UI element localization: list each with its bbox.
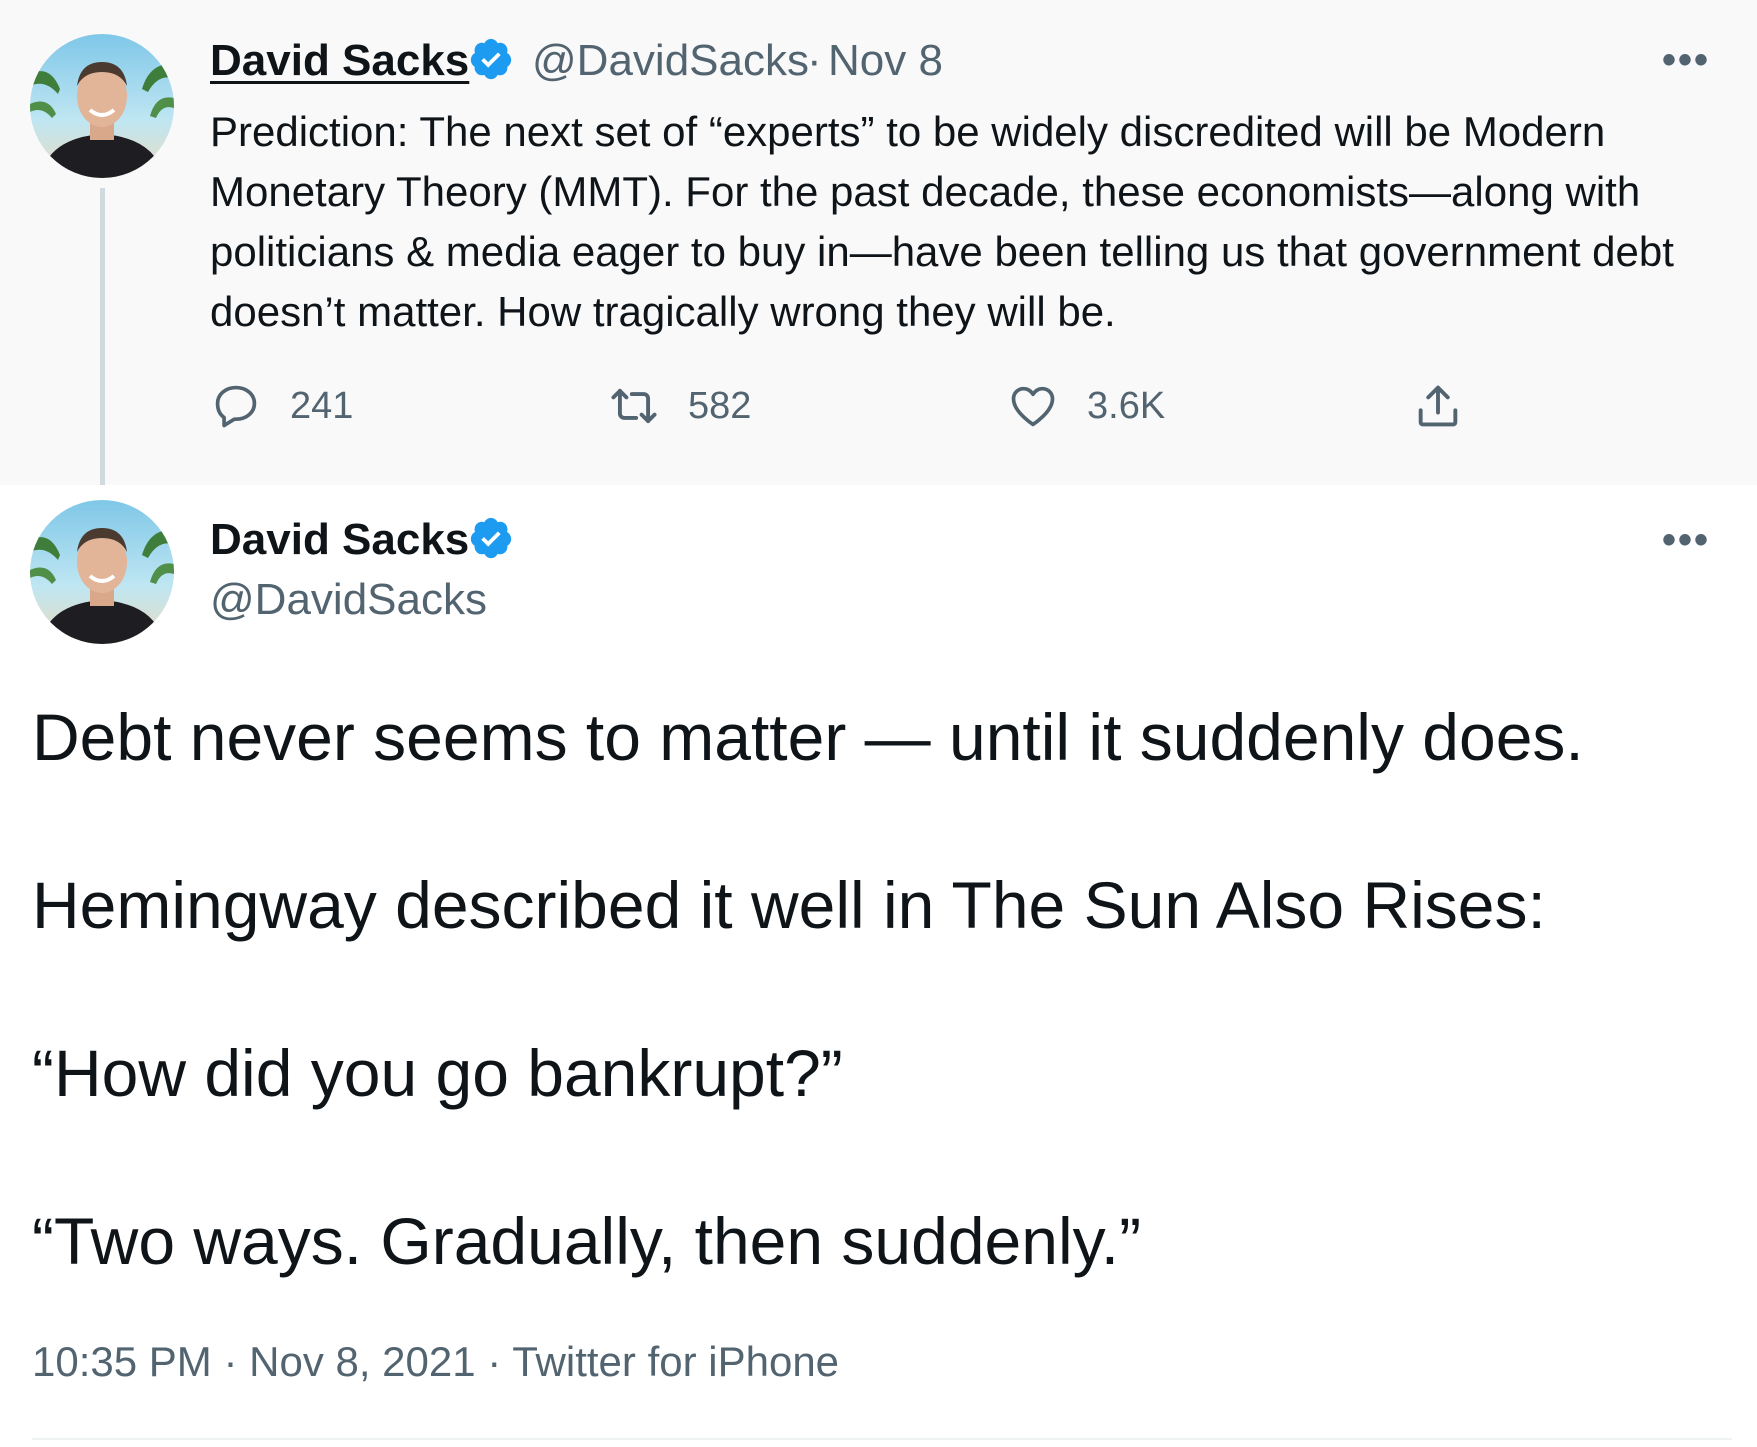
like-icon: [1011, 386, 1055, 427]
tweet-paragraph: “How did you go bankrupt?”: [32, 1036, 843, 1110]
avatar-image: [30, 34, 174, 178]
retweet-icon: [611, 388, 657, 424]
verified-badge-icon: [470, 38, 512, 80]
author-handle[interactable]: @DavidSacks: [210, 575, 487, 625]
share-icon: [1418, 385, 1458, 427]
parent-tweet[interactable]: David Sacks @DavidSacks · Nov 8 ••• Pred…: [0, 0, 1757, 485]
retweet-count: 582: [688, 384, 752, 427]
thread-line: [100, 188, 105, 485]
author-name[interactable]: David Sacks: [210, 515, 469, 565]
reply-count: 241: [290, 384, 354, 427]
author-name[interactable]: David Sacks: [210, 36, 469, 86]
separator: ·: [807, 36, 822, 85]
verified-badge-icon: [470, 517, 512, 559]
tweet-date[interactable]: Nov 8, 2021: [249, 1338, 476, 1385]
tweet-paragraph: Hemingway described it well in The Sun A…: [32, 868, 1546, 942]
like-count: 3.6K: [1087, 384, 1166, 427]
more-icon[interactable]: •••: [1662, 518, 1710, 563]
avatar-image: [30, 500, 174, 644]
tweet-text: Prediction: The next set of “experts” to…: [210, 108, 1674, 335]
reply-icon: [215, 385, 257, 428]
tweet-date[interactable]: Nov 8: [828, 36, 943, 86]
separator: ·: [223, 1338, 238, 1385]
avatar[interactable]: [30, 500, 174, 644]
tweet-time[interactable]: 10:35 PM: [32, 1338, 212, 1385]
like-button[interactable]: 3.6K: [1007, 376, 1165, 436]
avatar[interactable]: [30, 34, 174, 178]
author-handle[interactable]: @DavidSacks: [532, 36, 809, 86]
more-icon[interactable]: •••: [1662, 38, 1710, 83]
share-button[interactable]: [1412, 376, 1464, 436]
tweet-text: Debt never seems to matter — until it su…: [32, 695, 1732, 1283]
tweet-source[interactable]: Twitter for iPhone: [512, 1338, 839, 1385]
tweet-paragraph: “Two ways. Gradually, then suddenly.”: [32, 1204, 1142, 1278]
retweet-button[interactable]: 582: [608, 376, 751, 436]
separator: ·: [487, 1338, 502, 1385]
reply-button[interactable]: 241: [210, 376, 353, 436]
tweet-metadata: 10:35 PM · Nov 8, 2021 · Twitter for iPh…: [32, 1338, 839, 1386]
divider: [32, 1438, 1732, 1440]
tweet-paragraph: Debt never seems to matter — until it su…: [32, 700, 1584, 774]
